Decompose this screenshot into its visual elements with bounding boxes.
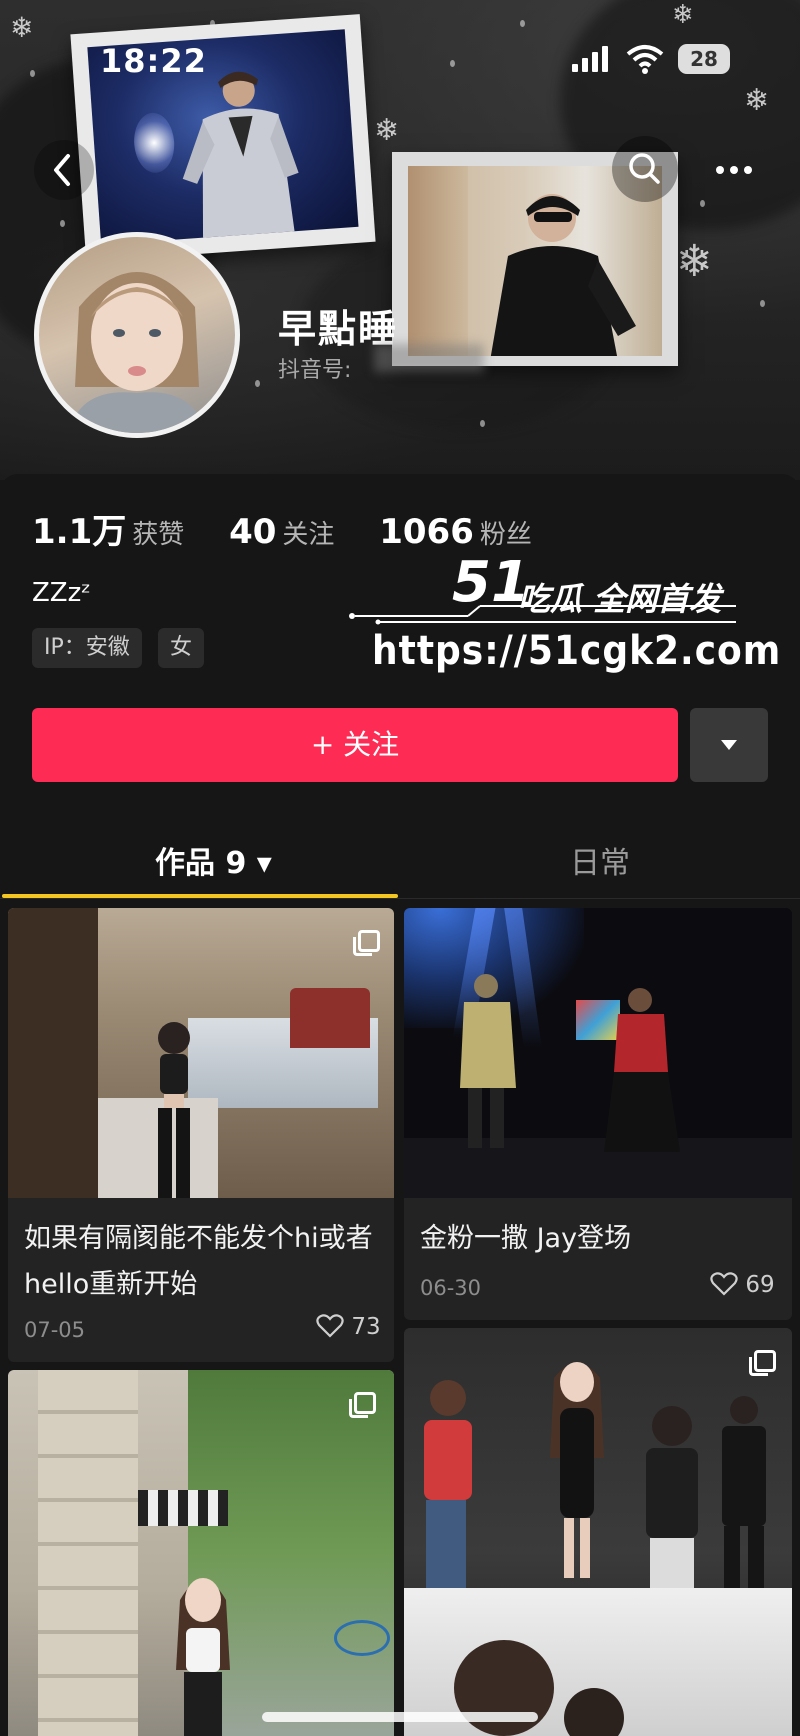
stat-followers[interactable]: 1066 粉丝 [379,512,566,552]
multi-image-icon [349,1392,376,1418]
tab-works[interactable]: 作品 9 ▾ [0,820,400,898]
stat-following[interactable]: 40 关注 [229,512,379,552]
avatar[interactable] [34,232,240,438]
video-card-3[interactable] [8,1370,394,1736]
snowflake-icon: ❄ [374,113,400,148]
follow-button[interactable]: + 关注 [32,708,678,782]
douyin-id-label: 抖音号: [278,358,352,383]
video-title-1: 如果有隔阂能不能发个hi或者hello重新开始 [24,1223,373,1300]
search-button[interactable] [612,136,678,202]
multi-image-icon [353,930,380,956]
video-date-2: 06-30 [420,1276,482,1300]
video-likes-2: 69 [710,1272,775,1298]
video-likes-1: 73 [316,1314,381,1340]
stat-followers-value: 1066 [379,512,474,552]
search-icon [629,153,660,184]
stat-following-label: 关注 [282,520,335,550]
heart-icon [710,1272,738,1296]
home-indicator [262,1712,538,1722]
video-thumbnail-1 [8,908,394,1198]
video-card-4[interactable] [404,1328,792,1736]
back-button[interactable] [34,140,94,200]
video-date-1: 07-05 [24,1318,86,1342]
profile-stats: 1.1万 获赞 40 关注 1066 粉丝 [32,504,566,554]
gender-tag: 女 [158,628,205,668]
stat-likes[interactable]: 1.1万 获赞 [32,512,229,552]
video-likes-count-1: 73 [351,1314,381,1340]
status-time: 18:22 [100,42,207,80]
video-card-2[interactable]: 金粉一撒 Jay登场 06-30 69 [404,908,792,1320]
profile-bio: ZZzᶻ [32,578,91,608]
status-bar: 18:22 28 [0,0,800,110]
ip-location-tag: IP：安徽 [32,628,142,668]
tab-works-label: 作品 9 ▾ [155,846,272,881]
video-likes-count-2: 69 [745,1272,775,1298]
snowflake-icon: ❄ [676,236,713,287]
dropdown-icon [721,740,737,750]
video-thumbnail-4 [404,1328,792,1736]
video-title-2: 金粉一撒 Jay登场 [420,1223,632,1254]
heart-icon [316,1314,344,1338]
watermark-url: https://51cgk2.com [372,628,782,674]
stat-likes-label: 获赞 [132,520,185,550]
more-button[interactable] [702,140,766,200]
douyin-id-value-redacted [374,344,484,372]
recommend-dropdown-button[interactable] [690,708,768,782]
stat-likes-value: 1.1万 [32,512,127,552]
tab-daily[interactable]: 日常 [400,820,800,898]
wifi-icon [626,45,664,74]
signal-icon [572,46,608,72]
stat-following-value: 40 [229,512,277,552]
video-thumbnail-3 [8,1370,394,1736]
video-card-1[interactable]: 如果有隔阂能不能发个hi或者hello重新开始 07-05 73 [8,908,394,1362]
tab-daily-label: 日常 [570,846,630,881]
multi-image-icon [749,1350,776,1376]
more-icon [716,166,752,174]
stat-followers-label: 粉丝 [479,520,532,550]
watermark-title: 吃瓜 全网首发 [518,580,722,618]
video-thumbnail-2 [404,908,792,1198]
back-icon [54,154,70,186]
tab-divider [0,898,800,899]
battery-icon: 28 [678,44,730,74]
